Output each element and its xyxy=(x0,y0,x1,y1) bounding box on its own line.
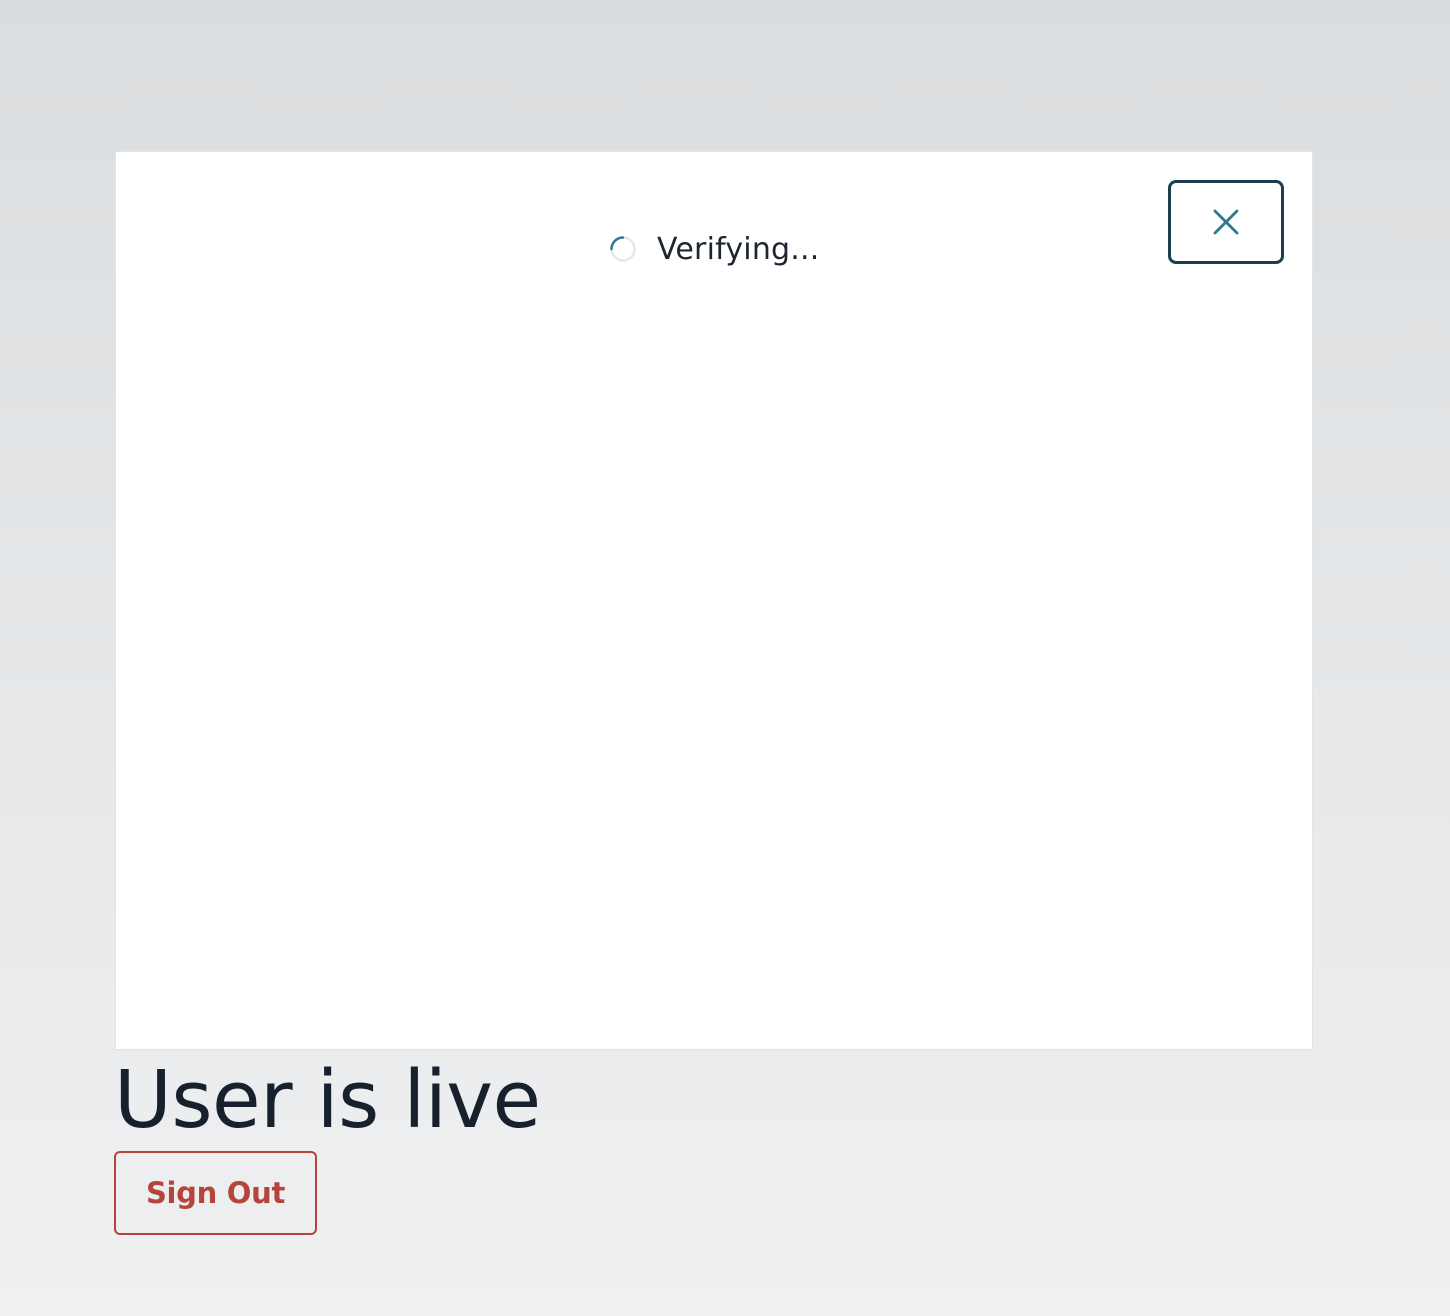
user-live-heading: User is live xyxy=(114,1054,541,1146)
sign-out-button[interactable]: Sign Out xyxy=(114,1151,317,1235)
verifying-status-text: Verifying... xyxy=(657,231,820,267)
close-button[interactable] xyxy=(1168,180,1284,264)
verification-status: Verifying... xyxy=(610,229,820,269)
loading-spinner-icon xyxy=(610,236,636,262)
verification-frame: Verifying... xyxy=(116,152,1312,1049)
close-icon[interactable] xyxy=(1213,209,1239,235)
